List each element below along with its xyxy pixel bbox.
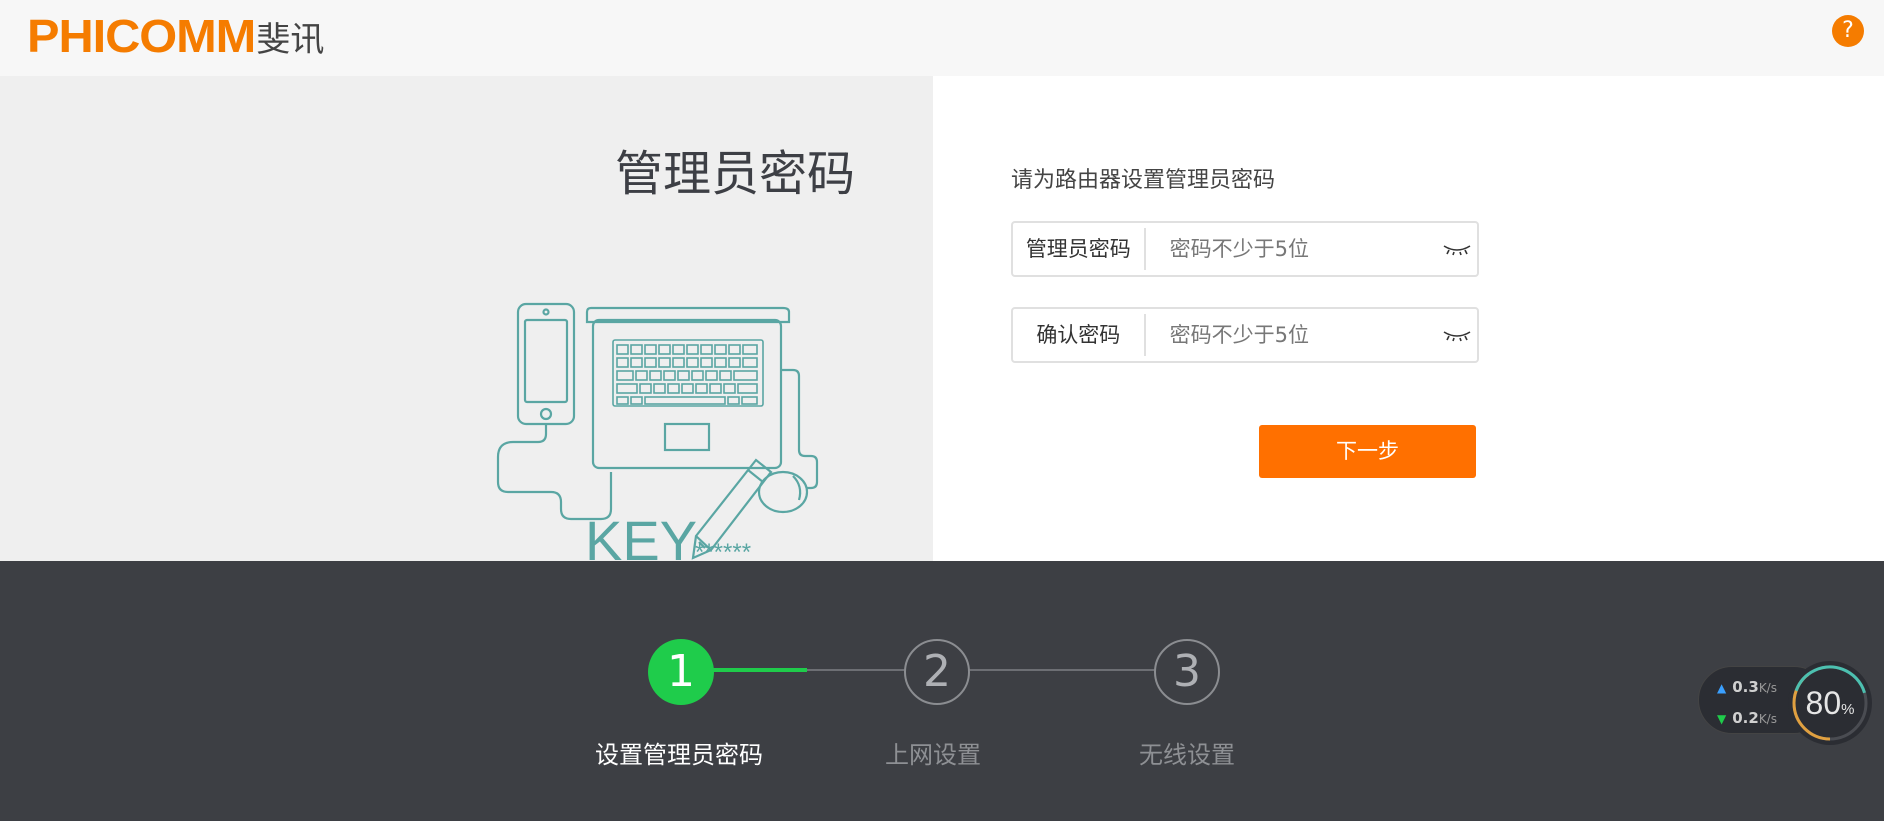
upload-speed-unit: K/s	[1758, 681, 1777, 695]
eye-closed-icon[interactable]	[1438, 223, 1477, 275]
download-speed: ▼ 0.2K/s	[1717, 709, 1777, 727]
admin-password-label: 管理员密码	[1013, 228, 1146, 270]
download-speed-unit: K/s	[1758, 712, 1777, 726]
admin-password-input[interactable]	[1145, 223, 1438, 275]
logo-text-en: PHICOMM	[27, 10, 256, 62]
form-description: 请为路由器设置管理员密码	[1011, 168, 1276, 193]
step-1-circle: 1	[648, 639, 714, 705]
header: PHICOMM 斐讯 ?	[0, 0, 1884, 76]
upload-speed: ▲ 0.3K/s	[1717, 678, 1777, 696]
confirm-password-input[interactable]	[1145, 309, 1438, 361]
illustration-panel: 管理员密码 KEY ******	[0, 76, 933, 572]
gauge-unit: %	[1841, 701, 1855, 718]
logo-text-cn: 斐讯	[256, 19, 325, 60]
step-1-label: 设置管理员密码	[595, 741, 763, 769]
page-title: 管理员密码	[614, 146, 855, 202]
step-2-label: 上网设置	[885, 741, 981, 769]
download-arrow-icon: ▼	[1717, 712, 1727, 726]
upload-arrow-icon: ▲	[1717, 681, 1727, 695]
next-step-button[interactable]: 下一步	[1259, 425, 1476, 478]
devices-illustration: KEY ******	[496, 302, 819, 572]
phicomm-logo: PHICOMM 斐讯	[27, 10, 325, 62]
network-speed-widget[interactable]: ▲ 0.3K/s ▼ 0.2K/s 80%	[1698, 661, 1874, 745]
help-icon[interactable]: ?	[1832, 15, 1864, 47]
memory-gauge[interactable]: 80%	[1788, 661, 1872, 745]
step-3-label: 无线设置	[1139, 741, 1235, 769]
eye-closed-icon[interactable]	[1438, 309, 1477, 361]
step-3-circle: 3	[1154, 639, 1220, 705]
step-progress-footer: 1 2 3 设置管理员密码 上网设置 无线设置	[0, 561, 1884, 821]
admin-password-field: 管理员密码	[1011, 221, 1479, 277]
step-connector	[957, 669, 1155, 671]
confirm-password-field: 确认密码	[1011, 307, 1479, 363]
upload-speed-value: 0.3	[1732, 678, 1759, 696]
gauge-text: 80%	[1788, 661, 1872, 745]
gauge-value: 80	[1805, 685, 1842, 721]
confirm-password-label: 确认密码	[1013, 314, 1146, 356]
step-2-circle: 2	[904, 639, 970, 705]
step-connector-progress	[713, 668, 807, 672]
download-speed-value: 0.2	[1732, 709, 1759, 727]
